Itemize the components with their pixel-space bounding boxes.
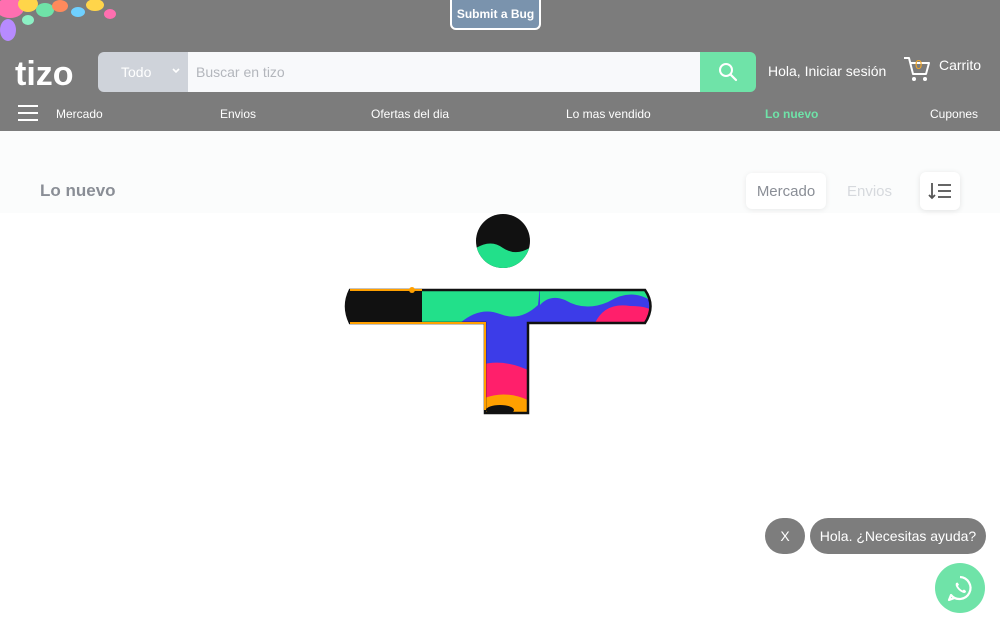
login-link[interactable]: Hola, Iniciar sesión — [768, 63, 886, 79]
cart-count-badge: 0 — [915, 57, 923, 72]
whatsapp-icon — [947, 575, 972, 602]
cart-button[interactable]: 0 Carrito — [902, 54, 992, 88]
search-category-label: Todo — [121, 64, 152, 80]
decorative-splash — [0, 0, 120, 45]
search-icon — [719, 63, 738, 82]
chat-close-button[interactable]: X — [765, 518, 805, 554]
filter-tab-mercado[interactable]: Mercado — [746, 173, 826, 209]
nav-item-lo-nuevo[interactable]: Lo nuevo — [765, 107, 818, 121]
submit-bug-button[interactable]: Submit a Bug — [450, 0, 541, 30]
chevron-down-icon — [172, 68, 180, 74]
search-button[interactable] — [700, 52, 756, 92]
whatsapp-button[interactable] — [935, 563, 985, 613]
chat-help-bubble[interactable]: Hola. ¿Necesitas ayuda? — [810, 518, 986, 554]
search-bar: Todo — [98, 52, 756, 92]
nav-item-envios[interactable]: Envios — [220, 107, 256, 121]
main-nav: Mercado Envios Ofertas del dia Lo mas ve… — [0, 101, 1000, 127]
nav-item-mercado[interactable]: Mercado — [56, 107, 103, 121]
page-title: Lo nuevo — [40, 181, 116, 200]
subheader-bar — [0, 131, 1000, 213]
tizo-logo[interactable]: tizo — [15, 55, 87, 93]
site-header: Submit a Bug tizo Todo Hola, Iniciar ses… — [0, 0, 1000, 131]
hamburger-icon[interactable] — [18, 103, 38, 123]
nav-item-ofertas-del-dia[interactable]: Ofertas del dia — [371, 107, 449, 121]
logo-text: tizo — [15, 55, 74, 91]
sort-button[interactable] — [920, 172, 960, 210]
sort-icon — [928, 183, 951, 200]
cart-label: Carrito — [939, 57, 982, 73]
filter-tab-envios[interactable]: Envios — [847, 183, 892, 200]
tizo-loader-icon — [344, 214, 652, 415]
nav-item-cupones[interactable]: Cupones — [930, 107, 978, 121]
search-category-select[interactable]: Todo — [98, 52, 188, 92]
nav-item-lo-mas-vendido[interactable]: Lo mas vendido — [566, 107, 651, 121]
search-input[interactable] — [188, 52, 700, 92]
loading-animation — [340, 210, 660, 425]
